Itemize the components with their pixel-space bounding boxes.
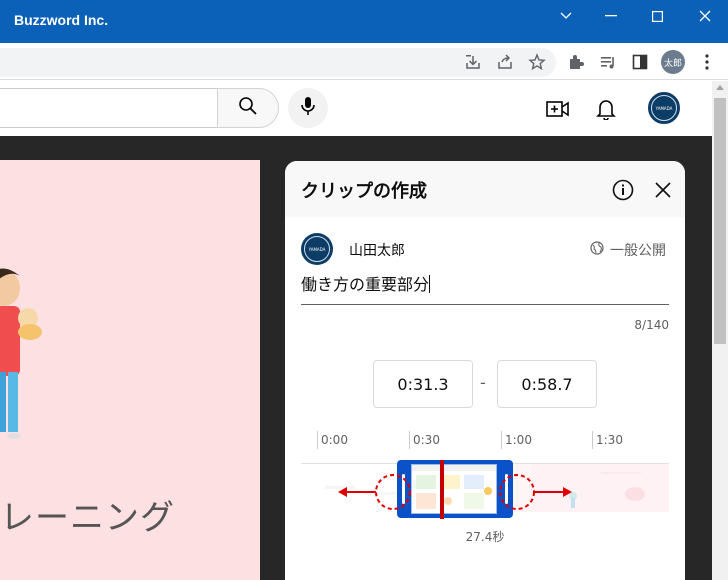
account-avatar[interactable]: YAMADA [648, 92, 680, 124]
mic-icon [300, 96, 316, 120]
time-separator: - [480, 373, 486, 392]
search-button[interactable] [217, 88, 279, 128]
window-title: Buzzword Inc. [14, 12, 109, 28]
account-avatar-text: YAMADA [651, 95, 677, 121]
timeline-tick [501, 431, 502, 449]
chevron-down-icon[interactable] [543, 0, 589, 32]
left-trim-handle[interactable] [402, 474, 405, 504]
visibility-label: 一般公開 [610, 243, 666, 259]
close-icon[interactable] [682, 0, 728, 32]
scrollbar-thumb[interactable] [714, 98, 726, 344]
char-counter: 8/140 [634, 318, 669, 332]
panel-title: クリップの作成 [301, 181, 427, 202]
person-illustration [0, 268, 42, 439]
search-input[interactable] [0, 88, 218, 128]
clip-selection[interactable] [397, 460, 513, 518]
timeline-dim-left [301, 464, 397, 512]
playhead-marker[interactable] [440, 460, 444, 519]
menu-icon[interactable] [697, 52, 717, 72]
timeline-label: 0:00 [321, 433, 348, 447]
voice-search-button[interactable] [288, 88, 328, 128]
bell-icon[interactable] [594, 97, 618, 121]
install-icon[interactable] [463, 52, 483, 72]
info-icon[interactable] [611, 178, 635, 202]
selection-preview [411, 464, 497, 514]
video-caption: レーニング [0, 498, 175, 538]
video-player[interactable]: レーニング [0, 160, 260, 580]
timeline-dim-right [513, 464, 669, 512]
channel-name: 山田太郎 [349, 243, 405, 259]
page-scrollbar[interactable] [712, 81, 728, 580]
main-content: レーニング クリップの作成 YAMADA 山田太郎 一般公開 働き方の重要部分 … [0, 136, 712, 580]
timeline-label: 1:30 [596, 433, 623, 447]
right-trim-handle[interactable] [505, 474, 508, 504]
clip-title-value: 働き方の重要部分 [301, 275, 430, 294]
bookmark-star-icon[interactable] [527, 52, 547, 72]
panel-header: クリップの作成 [285, 161, 685, 217]
globe-icon [590, 241, 604, 259]
channel-avatar-text: YAMADA [304, 236, 330, 262]
visibility-indicator: 一般公開 [590, 240, 666, 260]
browser-toolbar [0, 43, 728, 80]
channel-avatar: YAMADA [301, 233, 333, 265]
clip-duration: 27.4秒 [465, 530, 505, 544]
search-icon [238, 96, 258, 120]
profile-avatar[interactable]: 太郎 [661, 50, 685, 74]
maximize-icon[interactable] [634, 0, 680, 32]
share-icon[interactable] [495, 52, 515, 72]
create-video-icon[interactable] [546, 97, 570, 121]
minimize-icon[interactable] [588, 0, 634, 32]
extensions-icon[interactable] [566, 52, 586, 72]
close-panel-icon[interactable] [651, 178, 675, 202]
youtube-header: YAMADA [0, 81, 712, 136]
timeline-tick [409, 431, 410, 449]
end-time-field[interactable]: 0:58.7 [497, 360, 597, 408]
timeline-label: 1:00 [505, 433, 532, 447]
text-caret [429, 275, 431, 293]
create-clip-panel: クリップの作成 YAMADA 山田太郎 一般公開 働き方の重要部分 8/140 … [285, 161, 685, 580]
side-panel-icon[interactable] [630, 52, 650, 72]
timeline-tick [592, 431, 593, 449]
timeline-label: 0:30 [413, 433, 440, 447]
preview-art [412, 465, 496, 509]
window-title-bar: Buzzword Inc. [0, 0, 728, 43]
scroll-up-icon[interactable] [716, 85, 724, 90]
clip-title-field[interactable]: 働き方の重要部分 [301, 273, 669, 305]
timeline-tick [317, 431, 318, 449]
media-icon[interactable] [598, 52, 618, 72]
start-time-field[interactable]: 0:31.3 [373, 360, 473, 408]
